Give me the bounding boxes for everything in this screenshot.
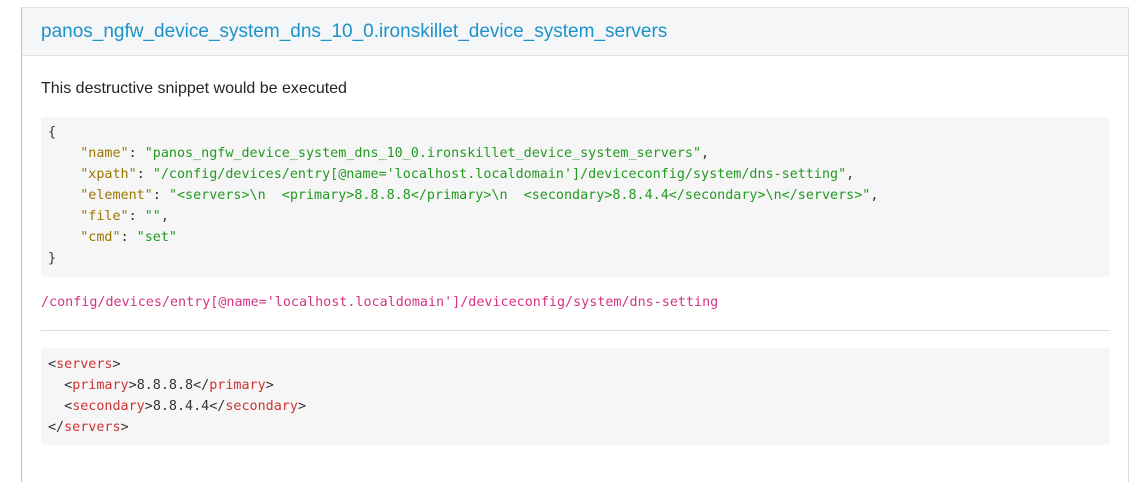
json-field-name: "name": "panos_ngfw_device_system_dns_10… <box>80 146 710 161</box>
xpath-text: /config/devices/entry[@name='localhost.l… <box>41 295 719 310</box>
destructive-message: This destructive snippet would be execut… <box>41 80 347 97</box>
xml-secondary-line: <secondary>8.8.4.4</secondary> <box>64 399 306 414</box>
card-header: panos_ngfw_device_system_dns_10_0.ironsk… <box>22 8 1128 56</box>
json-field-xpath: "xpath": "/config/devices/entry[@name='l… <box>80 167 855 182</box>
json-field-cmd: "cmd": "set" <box>80 230 177 245</box>
snippet-card: panos_ngfw_device_system_dns_10_0.ironsk… <box>21 7 1129 482</box>
xml-primary-line: <primary>8.8.8.8</primary> <box>64 378 274 393</box>
xml-close-root: </servers> <box>48 420 129 435</box>
json-field-element: "element": "<servers>\n <primary>8.8.8.8… <box>80 188 879 203</box>
json-close-brace: } <box>48 251 57 266</box>
json-open-brace: { <box>48 125 57 140</box>
json-code-block: { "name": "panos_ngfw_device_system_dns_… <box>41 117 1110 277</box>
json-field-file: "file": "", <box>80 209 169 224</box>
page: panos_ngfw_device_system_dns_10_0.ironsk… <box>0 0 1143 482</box>
xml-open-root: <servers> <box>48 357 121 372</box>
snippet-title: panos_ngfw_device_system_dns_10_0.ironsk… <box>41 21 668 42</box>
section-divider <box>41 330 1110 331</box>
xml-code-block: <servers> <primary>8.8.8.8</primary> <se… <box>41 348 1110 445</box>
